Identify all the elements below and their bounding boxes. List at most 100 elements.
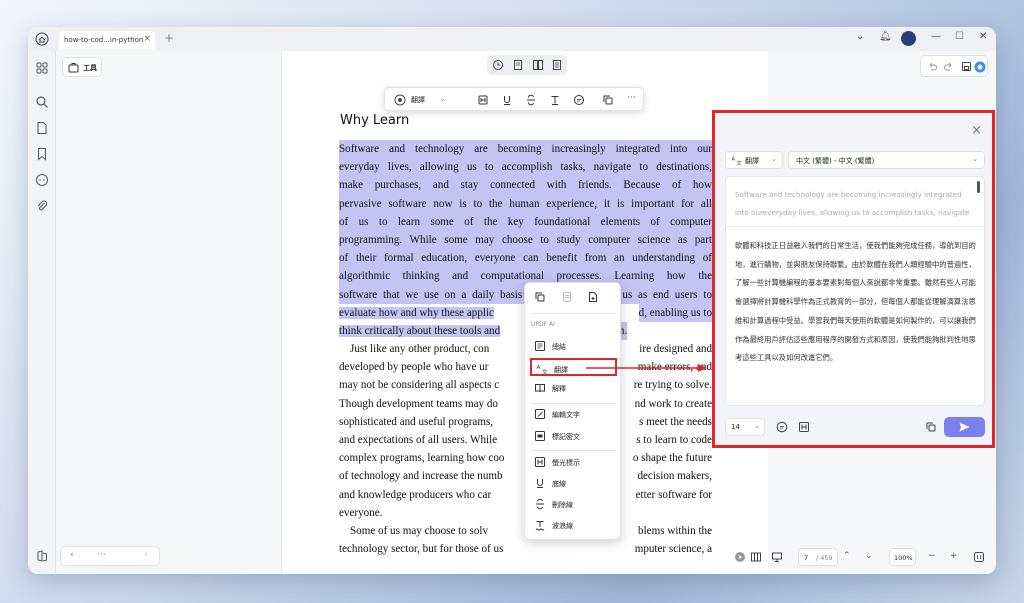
- home-icon[interactable]: [35, 32, 49, 46]
- translate-dropdown-label[interactable]: 翻譯: [411, 95, 425, 105]
- layers-icon[interactable]: [35, 549, 49, 563]
- scroll-view-icon[interactable]: [551, 59, 563, 71]
- translate-icon: A文: [537, 365, 549, 375]
- highlight-icon[interactable]: [477, 94, 489, 106]
- maximize-icon[interactable]: ☐: [955, 31, 964, 42]
- font-size-select[interactable]: 14 ⌄: [725, 418, 765, 436]
- tools-label: 工具: [83, 64, 97, 72]
- menu-item-summarize[interactable]: 總結: [530, 337, 617, 355]
- menu-item-label: 底線: [552, 480, 566, 488]
- text-icon[interactable]: [549, 94, 561, 106]
- copy-icon[interactable]: [925, 421, 937, 433]
- highlight-icon[interactable]: [798, 421, 810, 433]
- two-page-icon[interactable]: [532, 59, 544, 71]
- view-toolbar: [487, 55, 567, 75]
- play-icon[interactable]: [734, 551, 746, 563]
- menu-item-label: 總結: [552, 343, 566, 351]
- copy-icon[interactable]: [602, 94, 614, 106]
- page-up-icon[interactable]: ⌃: [843, 551, 851, 561]
- fit-page-icon[interactable]: [973, 551, 985, 563]
- chevron-down-icon[interactable]: ⌄: [856, 31, 864, 42]
- status-bar: 7 / 459 ⌃ ⌄ 100% − +: [734, 546, 988, 568]
- selection-toolbar: 翻譯 ⌄ ···: [384, 87, 644, 111]
- send-button[interactable]: [944, 417, 985, 437]
- single-page-icon[interactable]: [512, 59, 524, 71]
- comment-icon[interactable]: [573, 94, 585, 106]
- page-icon[interactable]: [35, 121, 49, 135]
- scrollbar[interactable]: [977, 181, 980, 193]
- edit-text-icon: [535, 409, 545, 419]
- minimize-icon[interactable]: —: [931, 31, 941, 42]
- rotate-icon[interactable]: [492, 59, 504, 71]
- ai-assistant-icon[interactable]: [394, 94, 406, 106]
- copy-icon[interactable]: [534, 291, 546, 303]
- comment-icon[interactable]: [776, 421, 788, 433]
- source-text[interactable]: Software and technology are becoming inc…: [735, 186, 973, 221]
- explain-icon: [535, 384, 545, 393]
- zoom-out-icon[interactable]: −: [928, 551, 936, 561]
- thumbnails-icon[interactable]: [35, 61, 49, 75]
- menu-item-underline[interactable]: 底線: [530, 474, 617, 492]
- menu-item-label: 編輯文字: [552, 411, 580, 419]
- menu-item-explain[interactable]: 解釋: [530, 379, 617, 397]
- undo-icon[interactable]: [927, 61, 938, 72]
- translate-icon: A文: [731, 157, 742, 167]
- close-icon[interactable]: ×: [143, 34, 151, 44]
- menu-item-strikethrough[interactable]: 刪除線: [530, 495, 617, 513]
- left-icon-rail: [28, 51, 56, 574]
- svg-text:A: A: [537, 365, 541, 371]
- add-page-icon[interactable]: [587, 291, 599, 303]
- svg-text:文: 文: [737, 160, 742, 166]
- menu-item-edit-text[interactable]: 編輯文字: [530, 405, 617, 423]
- tools-button[interactable]: 工具: [62, 57, 102, 77]
- more-icon[interactable]: ···: [627, 93, 636, 103]
- underline-icon: [537, 479, 543, 488]
- toolbox-icon: [68, 63, 79, 73]
- language-dropdown[interactable]: 中文 (繁體) - 中文 (繁體) ⌄: [788, 151, 985, 169]
- attachment-icon[interactable]: [35, 199, 49, 213]
- mode-dropdown[interactable]: A文 翻譯 ⌄: [725, 151, 783, 169]
- menu-divider: [531, 403, 616, 404]
- page-down-icon[interactable]: ⌄: [865, 551, 873, 561]
- next-page-button[interactable]: ›: [144, 550, 148, 560]
- upgrade-icon[interactable]: [974, 61, 986, 73]
- section-heading: Why Learn: [340, 113, 410, 128]
- top-right-tools: [920, 55, 988, 77]
- menu-divider: [531, 450, 616, 451]
- redo-icon[interactable]: [943, 61, 954, 72]
- chevron-down-icon[interactable]: ⌄: [439, 94, 446, 103]
- avatar[interactable]: [901, 31, 916, 46]
- pager-more[interactable]: ···: [97, 550, 106, 560]
- notes-icon[interactable]: [561, 291, 573, 303]
- bell-icon[interactable]: 🔔︎: [879, 31, 892, 42]
- bookmark-icon[interactable]: [35, 147, 49, 161]
- page-number-box[interactable]: 7 / 459: [798, 548, 838, 566]
- search-icon[interactable]: [35, 95, 49, 109]
- text-line: mputer science, a: [634, 543, 712, 556]
- close-window-icon[interactable]: ✕: [979, 31, 987, 42]
- comment-icon[interactable]: [35, 173, 49, 187]
- selected-line-tail: d, enabling us to: [638, 303, 712, 322]
- close-icon[interactable]: ×: [971, 123, 982, 138]
- zoom-level-box[interactable]: 100%: [889, 548, 916, 566]
- save-icon[interactable]: [961, 61, 972, 72]
- menu-section-title: UPDF AI: [531, 321, 555, 328]
- zoom-value: 100%: [894, 554, 913, 562]
- menu-item-redact[interactable]: 標記密文: [530, 427, 617, 445]
- layout-icon[interactable]: [750, 551, 762, 563]
- mode-label: 翻譯: [745, 157, 759, 165]
- add-tab-icon[interactable]: +: [164, 31, 174, 45]
- strikethrough-icon[interactable]: [525, 94, 537, 106]
- menu-item-label: 螢光標示: [552, 459, 580, 467]
- menu-item-highlight[interactable]: 螢光標示: [530, 453, 617, 471]
- underline-icon[interactable]: [501, 94, 513, 106]
- menu-item-squiggly[interactable]: 波浪線: [530, 516, 617, 534]
- language-label: 中文 (繁體) - 中文 (繁體): [796, 157, 875, 165]
- presentation-icon[interactable]: [771, 551, 783, 563]
- zoom-in-icon[interactable]: +: [950, 551, 958, 561]
- highlight-icon: [535, 457, 545, 467]
- menu-divider: [531, 313, 616, 314]
- document-tab[interactable]: how-to-cod...in-python ×: [59, 31, 155, 50]
- menu-item-label: 翻譯: [554, 366, 568, 374]
- prev-page-button[interactable]: ‹: [70, 550, 74, 560]
